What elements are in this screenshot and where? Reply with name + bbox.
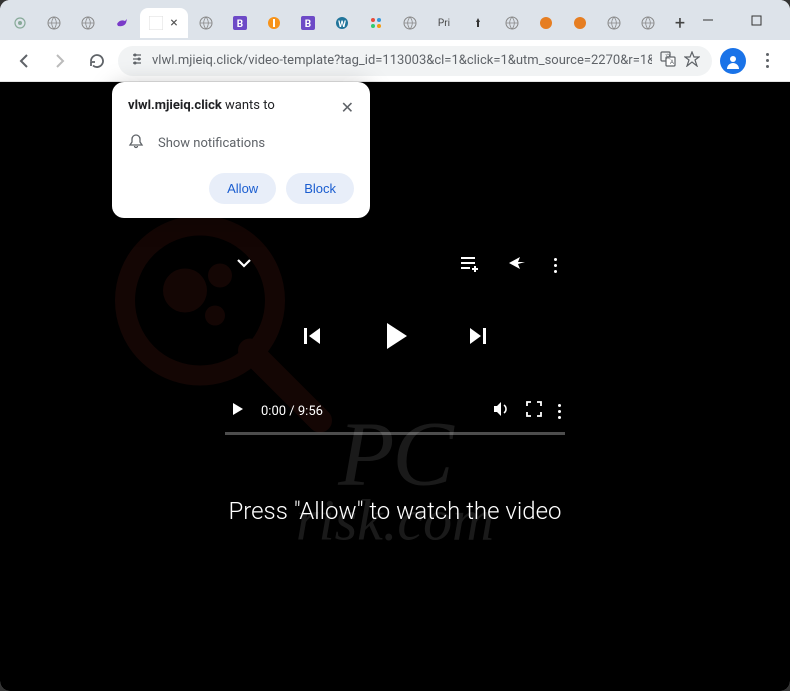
titlebar: × B B W Pri + (0, 0, 790, 40)
globe-icon (402, 15, 418, 31)
svg-text:W: W (338, 20, 346, 30)
next-track-button[interactable] (465, 323, 491, 353)
svg-text:B: B (305, 19, 311, 30)
previous-track-button[interactable] (299, 323, 325, 353)
new-tab-button[interactable]: + (666, 9, 694, 37)
blank-favicon-icon (148, 15, 164, 31)
tab[interactable] (462, 8, 494, 38)
translate-icon[interactable]: 文A (660, 51, 676, 71)
tab[interactable] (394, 8, 426, 38)
svg-text:A: A (670, 59, 674, 66)
time-display: 0:00 / 9:56 (261, 404, 323, 419)
address-bar: vlwl.mjieiq.click/video-template?tag_id=… (0, 40, 790, 82)
tab[interactable]: B (292, 8, 324, 38)
close-tab-icon[interactable]: × (168, 17, 180, 29)
globe-icon (46, 15, 62, 31)
small-play-button[interactable] (229, 401, 245, 421)
tab[interactable] (496, 8, 528, 38)
bell-icon (128, 133, 144, 153)
volume-button[interactable] (492, 400, 510, 422)
more-icon[interactable] (554, 258, 557, 273)
progress-bar[interactable] (225, 432, 565, 435)
tab[interactable] (72, 8, 104, 38)
allow-button[interactable]: Allow (209, 173, 276, 204)
globe-icon (504, 15, 520, 31)
tab[interactable] (258, 8, 290, 38)
chevron-down-icon[interactable] (233, 252, 255, 278)
tab[interactable]: B (224, 8, 256, 38)
controls-more-icon[interactable] (558, 404, 561, 419)
url-text: vlwl.mjieiq.click/video-template?tag_id=… (152, 53, 652, 68)
tab[interactable] (4, 8, 36, 38)
tab-favicon-icon (12, 15, 28, 31)
fullscreen-button[interactable] (526, 401, 542, 421)
menu-button[interactable] (754, 48, 780, 74)
globe-icon (606, 15, 622, 31)
notification-permission-popup: vlwl.mjieiq.click wants to ✕ Show notifi… (112, 82, 370, 218)
dots-icon (368, 15, 384, 31)
close-notification-button[interactable]: ✕ (341, 98, 354, 117)
allow-prompt-text: Press "Allow" to watch the video (0, 497, 790, 525)
video-player: 0:00 / 9:56 (225, 252, 565, 435)
b-icon: B (232, 15, 248, 31)
tab[interactable] (564, 8, 596, 38)
tab-text-label: Pri (436, 15, 452, 31)
maximize-button[interactable] (742, 6, 770, 34)
svg-text:B: B (237, 19, 243, 30)
window-controls (694, 6, 790, 34)
tab[interactable] (598, 8, 630, 38)
globe-icon (640, 15, 656, 31)
tab-active[interactable]: × (140, 8, 188, 38)
notification-permission-label: Show notifications (158, 136, 265, 151)
profile-button[interactable] (720, 48, 746, 74)
dragon-icon (538, 15, 554, 31)
tab[interactable] (360, 8, 392, 38)
tab[interactable]: W (326, 8, 358, 38)
bird-icon (114, 15, 130, 31)
tab-strip: × B B W Pri + (4, 0, 694, 40)
globe-icon (198, 15, 214, 31)
tab[interactable] (106, 8, 138, 38)
wordpress-icon: W (334, 15, 350, 31)
tab[interactable] (530, 8, 562, 38)
browser-window: × B B W Pri + (0, 0, 790, 691)
play-button[interactable] (375, 316, 415, 360)
avatar-icon (720, 48, 746, 74)
back-button[interactable] (10, 47, 38, 75)
block-button[interactable]: Block (286, 173, 354, 204)
dragon-icon (572, 15, 588, 31)
tab[interactable]: Pri (428, 8, 460, 38)
tab[interactable] (632, 8, 664, 38)
reload-button[interactable] (82, 47, 110, 75)
playlist-icon[interactable] (458, 252, 480, 278)
forward-button[interactable] (46, 47, 74, 75)
b-icon: B (300, 15, 316, 31)
share-icon[interactable] (506, 252, 528, 278)
notification-title: vlwl.mjieiq.click wants to (128, 98, 275, 113)
tab[interactable] (190, 8, 222, 38)
url-field[interactable]: vlwl.mjieiq.click/video-template?tag_id=… (118, 46, 712, 76)
bookmark-icon[interactable] (684, 51, 700, 71)
coin-icon (266, 15, 282, 31)
tab[interactable] (38, 8, 70, 38)
minimize-button[interactable] (694, 6, 722, 34)
chess-icon (470, 15, 486, 31)
globe-icon (80, 15, 96, 31)
site-settings-icon[interactable] (130, 51, 144, 70)
